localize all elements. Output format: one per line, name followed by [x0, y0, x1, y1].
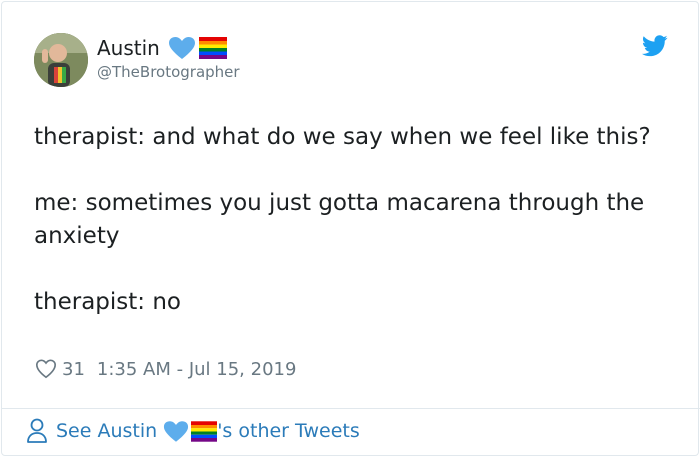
user-outline-icon: [27, 418, 47, 443]
heart-outline-icon[interactable]: [35, 358, 57, 380]
tweet-paragraph: therapist: no: [34, 289, 181, 315]
tweet-paragraph: therapist: and what do we say when we fe…: [34, 124, 651, 150]
footer-suffix: 's other Tweets: [217, 420, 360, 442]
display-name[interactable]: Austin: [97, 36, 160, 60]
divider: [2, 408, 700, 409]
see-other-tweets-link[interactable]: See Austin 's other Tweets: [26, 418, 360, 444]
avatar[interactable]: [34, 33, 88, 87]
blue-heart-icon: [168, 36, 196, 60]
tweet-card: Austin @TheBrotographer therapist: and w…: [1, 1, 700, 456]
name-row: Austin: [97, 36, 227, 60]
twitter-bird-icon[interactable]: [642, 35, 668, 57]
like-count[interactable]: 31: [62, 359, 85, 380]
tweet-paragraph: me: sometimes you just gotta macarena th…: [34, 190, 645, 249]
rainbow-flag-icon: [191, 420, 218, 442]
tweet-header: Austin @TheBrotographer: [34, 33, 674, 91]
user-handle[interactable]: @TheBrotographer: [97, 63, 240, 81]
footer-prefix: See Austin: [56, 420, 158, 442]
tweet-meta: 31 1:35 AM - Jul 15, 2019: [35, 358, 296, 380]
tweet-text: therapist: and what do we say when we fe…: [34, 121, 654, 319]
blue-heart-icon: [163, 420, 189, 443]
timestamp[interactable]: 1:35 AM - Jul 15, 2019: [97, 359, 297, 380]
rainbow-flag-icon: [198, 37, 227, 59]
